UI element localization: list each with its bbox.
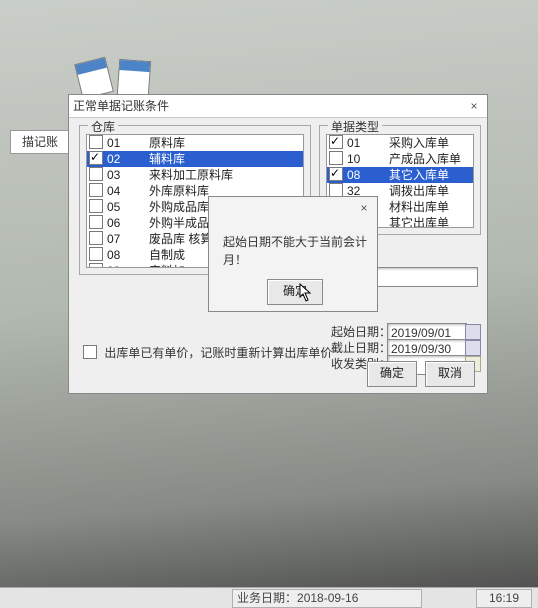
message-titlebar[interactable]: × xyxy=(209,197,377,219)
checkbox[interactable] xyxy=(89,135,103,149)
checkbox[interactable] xyxy=(329,135,343,149)
list-item[interactable]: 01采购入库单 xyxy=(327,135,473,151)
item-name: 来料加 xyxy=(149,264,185,268)
close-icon[interactable]: × xyxy=(465,97,483,115)
cancel-button[interactable]: 取消 xyxy=(425,361,475,387)
item-name: 调拨出库单 xyxy=(389,184,449,198)
checkbox[interactable] xyxy=(89,199,103,213)
recalc-checkbox-row[interactable]: 出库单已有单价，记账时重新计算出库单价 xyxy=(83,344,332,362)
message-text: 起始日期不能大于当前会计月！ xyxy=(223,233,367,269)
item-name: 来料加工原料库 xyxy=(149,168,233,182)
list-item[interactable]: 10产成品入库单 xyxy=(327,151,473,167)
list-item[interactable]: 03来料加工原料库 xyxy=(87,167,303,183)
item-name: 采购入库单 xyxy=(389,136,449,150)
item-code: 02 xyxy=(107,151,149,167)
message-dialog: × 起始日期不能大于当前会计月！ 确定 xyxy=(208,196,378,312)
item-name: 外库原料库 xyxy=(149,184,209,198)
checkbox[interactable] xyxy=(89,183,103,197)
recalc-checkbox[interactable] xyxy=(83,345,97,359)
calendar-picker-icon[interactable] xyxy=(465,324,481,340)
checkbox[interactable] xyxy=(89,263,103,268)
item-code: 05 xyxy=(107,199,149,215)
sidebar-button[interactable]: 描记账 xyxy=(10,130,70,154)
list-item[interactable]: 02辅料库 xyxy=(87,151,303,167)
status-time-cell: 16:19 xyxy=(476,589,532,608)
checkbox[interactable] xyxy=(329,151,343,165)
item-name: 其它入库单 xyxy=(389,168,449,182)
item-code: 03 xyxy=(107,167,149,183)
item-name: 其它出库单 xyxy=(389,216,449,228)
item-name: 辅料库 xyxy=(149,152,185,166)
recalc-checkbox-label: 出库单已有单价，记账时重新计算出库单价 xyxy=(104,346,332,360)
calendar-icon xyxy=(74,57,114,100)
item-name: 自制成 xyxy=(149,248,185,262)
calendar-picker-icon[interactable] xyxy=(465,340,481,356)
status-date-label: 业务日期： xyxy=(237,591,297,605)
item-code: 01 xyxy=(347,135,389,151)
close-icon[interactable]: × xyxy=(355,199,373,217)
item-name: 废品库 核算 xyxy=(149,232,212,246)
item-name: 产成品入库单 xyxy=(389,152,461,166)
list-item[interactable]: 08其它入库单 xyxy=(327,167,473,183)
list-item[interactable]: 01原料库 xyxy=(87,135,303,151)
checkbox[interactable] xyxy=(89,231,103,245)
doctype-legend: 单据类型 xyxy=(328,118,382,135)
item-name: 材料出库单 xyxy=(389,200,449,214)
checkbox[interactable] xyxy=(89,167,103,181)
warehouse-legend: 仓库 xyxy=(88,118,118,135)
checkbox[interactable] xyxy=(89,215,103,229)
checkbox[interactable] xyxy=(89,247,103,261)
checkbox[interactable] xyxy=(89,151,103,165)
item-code: 08 xyxy=(347,167,389,183)
checkbox[interactable] xyxy=(329,183,343,197)
dialog-title: 正常单据记账条件 xyxy=(73,99,169,113)
item-name: 原料库 xyxy=(149,136,185,150)
status-date-value: 2018-09-16 xyxy=(297,591,358,605)
item-code: 08 xyxy=(107,247,149,263)
dialog-titlebar[interactable]: 正常单据记账条件 × xyxy=(69,95,487,118)
item-code: 10 xyxy=(347,151,389,167)
status-date-cell: 业务日期：2018-09-16 xyxy=(232,589,422,608)
message-ok-button[interactable]: 确定 xyxy=(267,279,323,305)
item-code: 09 xyxy=(107,263,149,268)
item-code: 04 xyxy=(107,183,149,199)
status-bar: 业务日期：2018-09-16 16:19 xyxy=(0,587,538,608)
side-field[interactable] xyxy=(374,267,478,287)
item-code: 01 xyxy=(107,135,149,151)
item-code: 07 xyxy=(107,231,149,247)
checkbox[interactable] xyxy=(329,167,343,181)
item-name: 外购成品库 xyxy=(149,200,209,214)
calendar-icon xyxy=(117,59,151,97)
ok-button[interactable]: 确定 xyxy=(367,361,417,387)
desktop: 描记账 正常单据记账条件 × 仓库 01原料库02辅料库03来料加工原料库04外… xyxy=(0,0,538,608)
item-code: 06 xyxy=(107,215,149,231)
